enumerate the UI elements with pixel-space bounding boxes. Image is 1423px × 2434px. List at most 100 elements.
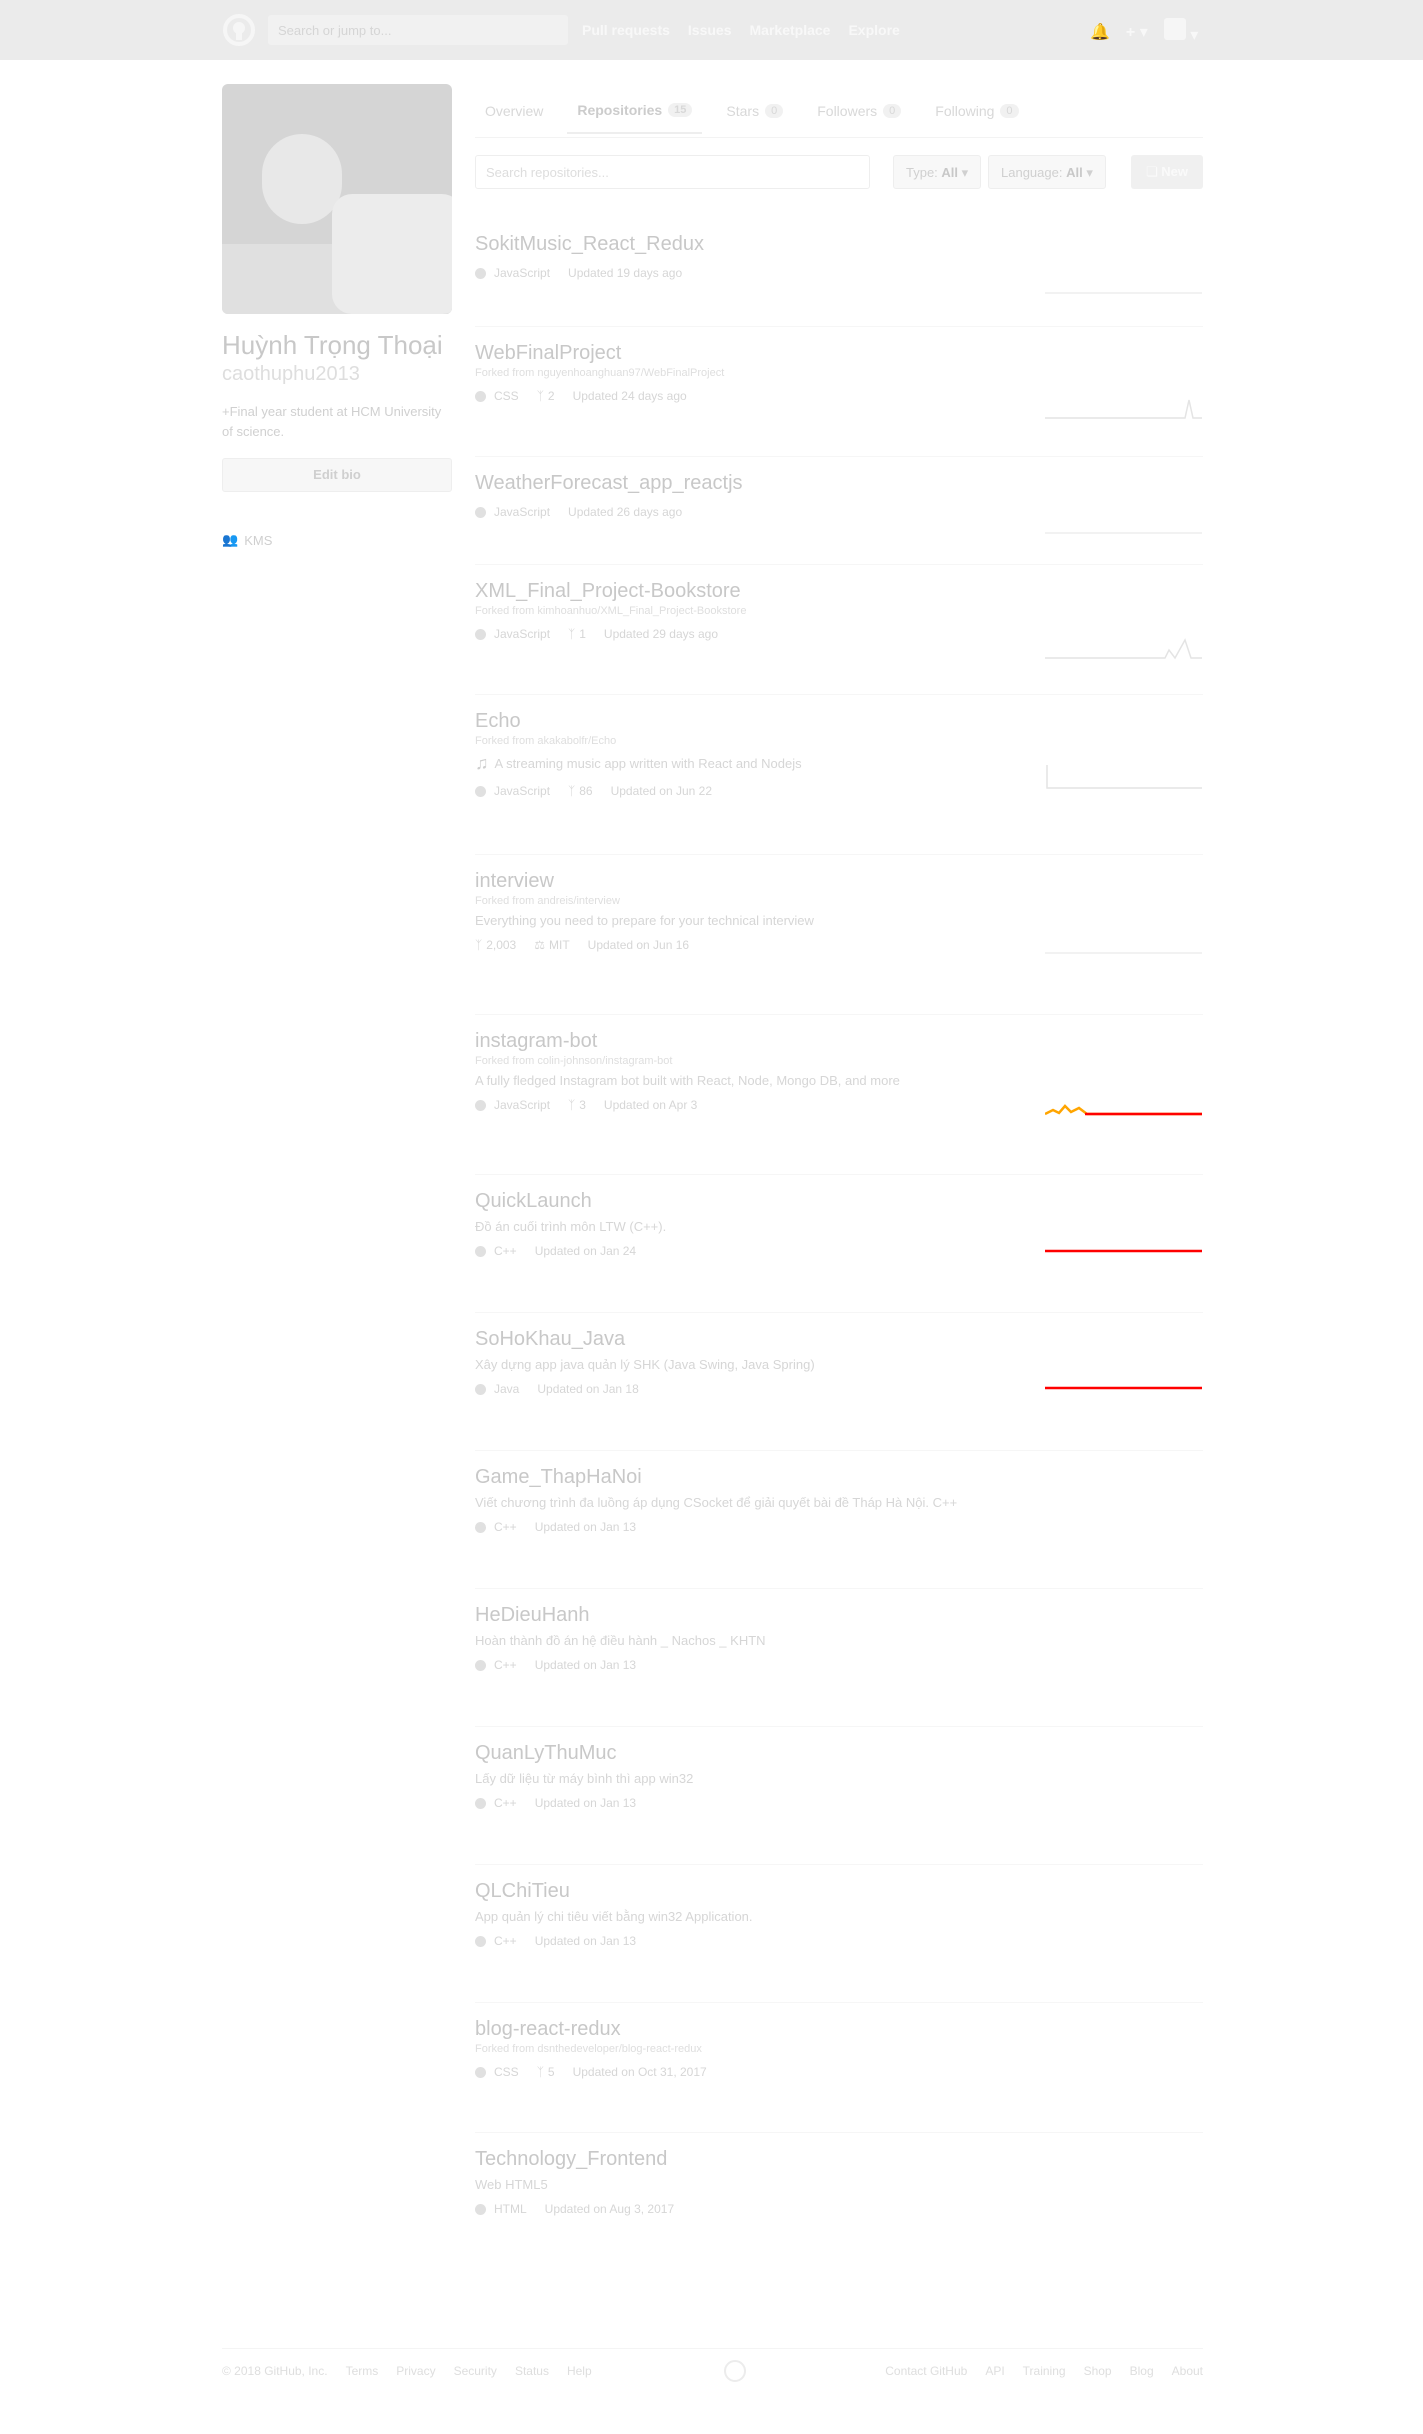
repo-fork-source[interactable]: Forked from colin-johnson/instagram-bot [475, 1055, 1203, 1067]
footer-link[interactable]: Security [454, 2364, 497, 2378]
repo-name-link[interactable]: Technology_Frontend [475, 2148, 1203, 2171]
tab-repositories[interactable]: Repositories 15 [567, 96, 703, 134]
footer-link[interactable]: Shop [1084, 2364, 1112, 2378]
repo-forks[interactable]: ᛉ1 [568, 627, 586, 641]
repo-name-link[interactable]: QuickLaunch [475, 1190, 1203, 1213]
new-repo-button[interactable]: ❏ New [1131, 155, 1203, 189]
footer-link[interactable]: About [1172, 2364, 1203, 2378]
repo-updated: Updated on Jan 13 [534, 1520, 637, 1534]
repo-name-link[interactable]: HeDieuHanh [475, 1604, 1203, 1627]
avatar-menu[interactable]: ▾ [1163, 18, 1198, 45]
repo-name-link[interactable]: QLChiTieu [475, 1880, 1203, 1903]
nav-explore[interactable]: Explore [848, 22, 899, 38]
repo-divider [475, 1864, 1203, 1865]
repo-name-link[interactable]: QuanLyThuMuc [475, 1742, 1203, 1765]
top-header: Search or jump to... Pull requests Issue… [0, 0, 1423, 60]
repo-fork-source[interactable]: Forked from dsnthedeveloper/blog-react-r… [475, 2043, 1203, 2055]
repo-name-link[interactable]: instagram-bot [475, 1030, 1203, 1053]
repo-fork-source[interactable]: Forked from andreis/interview [475, 895, 1203, 907]
repo-fork-source[interactable]: Forked from akakabolfr/Echo [475, 735, 1203, 747]
repo-updated: Updated on Jan 18 [537, 1382, 639, 1396]
repo-name-link[interactable]: interview [475, 870, 1203, 893]
sparkline-path [1046, 765, 1202, 789]
repo-meta: C++ Updated on Jan 13 [475, 1658, 1203, 1672]
nav-marketplace[interactable]: Marketplace [750, 22, 831, 38]
repo-language: JavaScript [475, 784, 550, 798]
type-filter-dropdown[interactable]: Type: All ▾ [893, 155, 982, 189]
profile-tabs: Overview Repositories 15 Stars 0 Followers… [475, 96, 1043, 134]
language-filter-dropdown[interactable]: Language: All ▾ [988, 155, 1106, 189]
nav-pull-requests[interactable]: Pull requests [582, 22, 670, 38]
language-color-dot [475, 1521, 486, 1533]
footer-link[interactable]: API [985, 2364, 1004, 2378]
repo-description: Web HTML5 [475, 2177, 548, 2192]
footer-link[interactable]: Privacy [396, 2364, 435, 2378]
tab-stars[interactable]: Stars 0 [716, 96, 793, 134]
repo-name-link[interactable]: SoHoKhau_Java [475, 1328, 1203, 1351]
org-name[interactable]: KMS [244, 533, 272, 548]
tab-overview[interactable]: Overview [475, 96, 553, 134]
repo-name-link[interactable]: Game_ThapHaNoi [475, 1466, 1203, 1489]
language-color-dot [475, 1797, 486, 1809]
activity-sparkline [1046, 765, 1202, 789]
repo-forks[interactable]: ᛉ 86 [568, 784, 593, 798]
language-color-dot [475, 628, 486, 640]
repo-fork-source[interactable]: Forked from kimhoanhuo/XML_Final_Project… [475, 605, 1203, 617]
repo-language: C++ [475, 1934, 517, 1948]
plus-icon[interactable]: + ▾ [1126, 22, 1148, 42]
repo-divider [475, 1588, 1203, 1589]
repo-language: CSS [475, 2065, 519, 2079]
repo-updated: Updated 19 days ago [568, 266, 683, 280]
bell-icon[interactable]: 🔔 [1090, 22, 1110, 42]
repo-forks[interactable]: ᛉ2 [537, 389, 555, 403]
footer-link[interactable]: Status [515, 2364, 549, 2378]
scale-icon: ⚖ [534, 938, 545, 952]
repo-search-input[interactable]: Search repositories... [475, 155, 870, 189]
repo-language: C++ [475, 1520, 517, 1534]
footer-link[interactable]: Blog [1130, 2364, 1154, 2378]
repo-item: Technology_Frontend Web HTML5 HTML Updated … [475, 2148, 1203, 2216]
repo-language: JavaScript [475, 505, 550, 519]
repo-meta: HTML Updated on Aug 3, 2017 [475, 2202, 1203, 2216]
repo-item: blog-react-redux Forked from dsnthedevelo… [475, 2018, 1203, 2079]
activity-sparkline [1045, 532, 1202, 534]
repo-divider [475, 456, 1203, 457]
repo-divider [475, 326, 1203, 327]
repo-updated: Updated on Jan 24 [534, 1244, 637, 1258]
repo-divider [475, 1726, 1203, 1727]
repo-fork-source[interactable]: Forked from nguyenhoanghuan97/WebFinalPr… [475, 367, 1203, 379]
repo-name-link[interactable]: WebFinalProject [475, 342, 1203, 365]
footer-right-links: Contact GitHub API Training Shop Blog Ab… [885, 2364, 1203, 2378]
footer-link[interactable]: Training [1023, 2364, 1066, 2378]
repo-name-link[interactable]: Echo [475, 710, 1203, 733]
repo-language: CSS [475, 389, 519, 403]
fork-icon: ᛉ [568, 1098, 576, 1112]
fork-icon: ᛉ [536, 2065, 544, 2079]
footer-link[interactable]: Terms [346, 2364, 379, 2378]
repo-forks[interactable]: ᛉ 2,003 [475, 938, 516, 952]
repo-meta: CSS ᛉ 5 Updated on Oct 31, 2017 [475, 2065, 1203, 2079]
repo-forks[interactable]: ᛉ5 [537, 2065, 555, 2079]
footer-link[interactable]: Help [567, 2364, 592, 2378]
repo-forks[interactable]: ᛉ3 [568, 1098, 586, 1112]
sparkline-path [1045, 399, 1202, 419]
repo-name-link[interactable]: WeatherForecast_app_reactjs [475, 472, 1203, 495]
language-color-dot [475, 267, 486, 279]
repo-name-link[interactable]: SokitMusic_React_Redux [475, 233, 1203, 256]
profile-username: caothuphu2013 [222, 363, 360, 385]
language-color-dot [475, 1659, 486, 1671]
avatar[interactable] [222, 84, 452, 314]
tab-followers[interactable]: Followers 0 [807, 96, 911, 134]
edit-bio-button[interactable]: Edit bio [222, 458, 452, 492]
header-search-input[interactable]: Search or jump to... [268, 15, 568, 45]
github-logo-icon[interactable] [223, 14, 255, 46]
repo-updated: Updated on Jun 16 [587, 938, 690, 952]
header-icons: 🔔 + ▾ ▾ [1090, 18, 1198, 45]
repo-name-link[interactable]: blog-react-redux [475, 2018, 1203, 2041]
tab-following[interactable]: Following 0 [925, 96, 1028, 134]
footer-link[interactable]: Contact GitHub [885, 2364, 967, 2378]
nav-issues[interactable]: Issues [688, 22, 732, 38]
language-color-dot [475, 2203, 486, 2215]
tab-count: 0 [765, 104, 784, 118]
repo-name-link[interactable]: XML_Final_Project-Bookstore [475, 580, 1203, 603]
